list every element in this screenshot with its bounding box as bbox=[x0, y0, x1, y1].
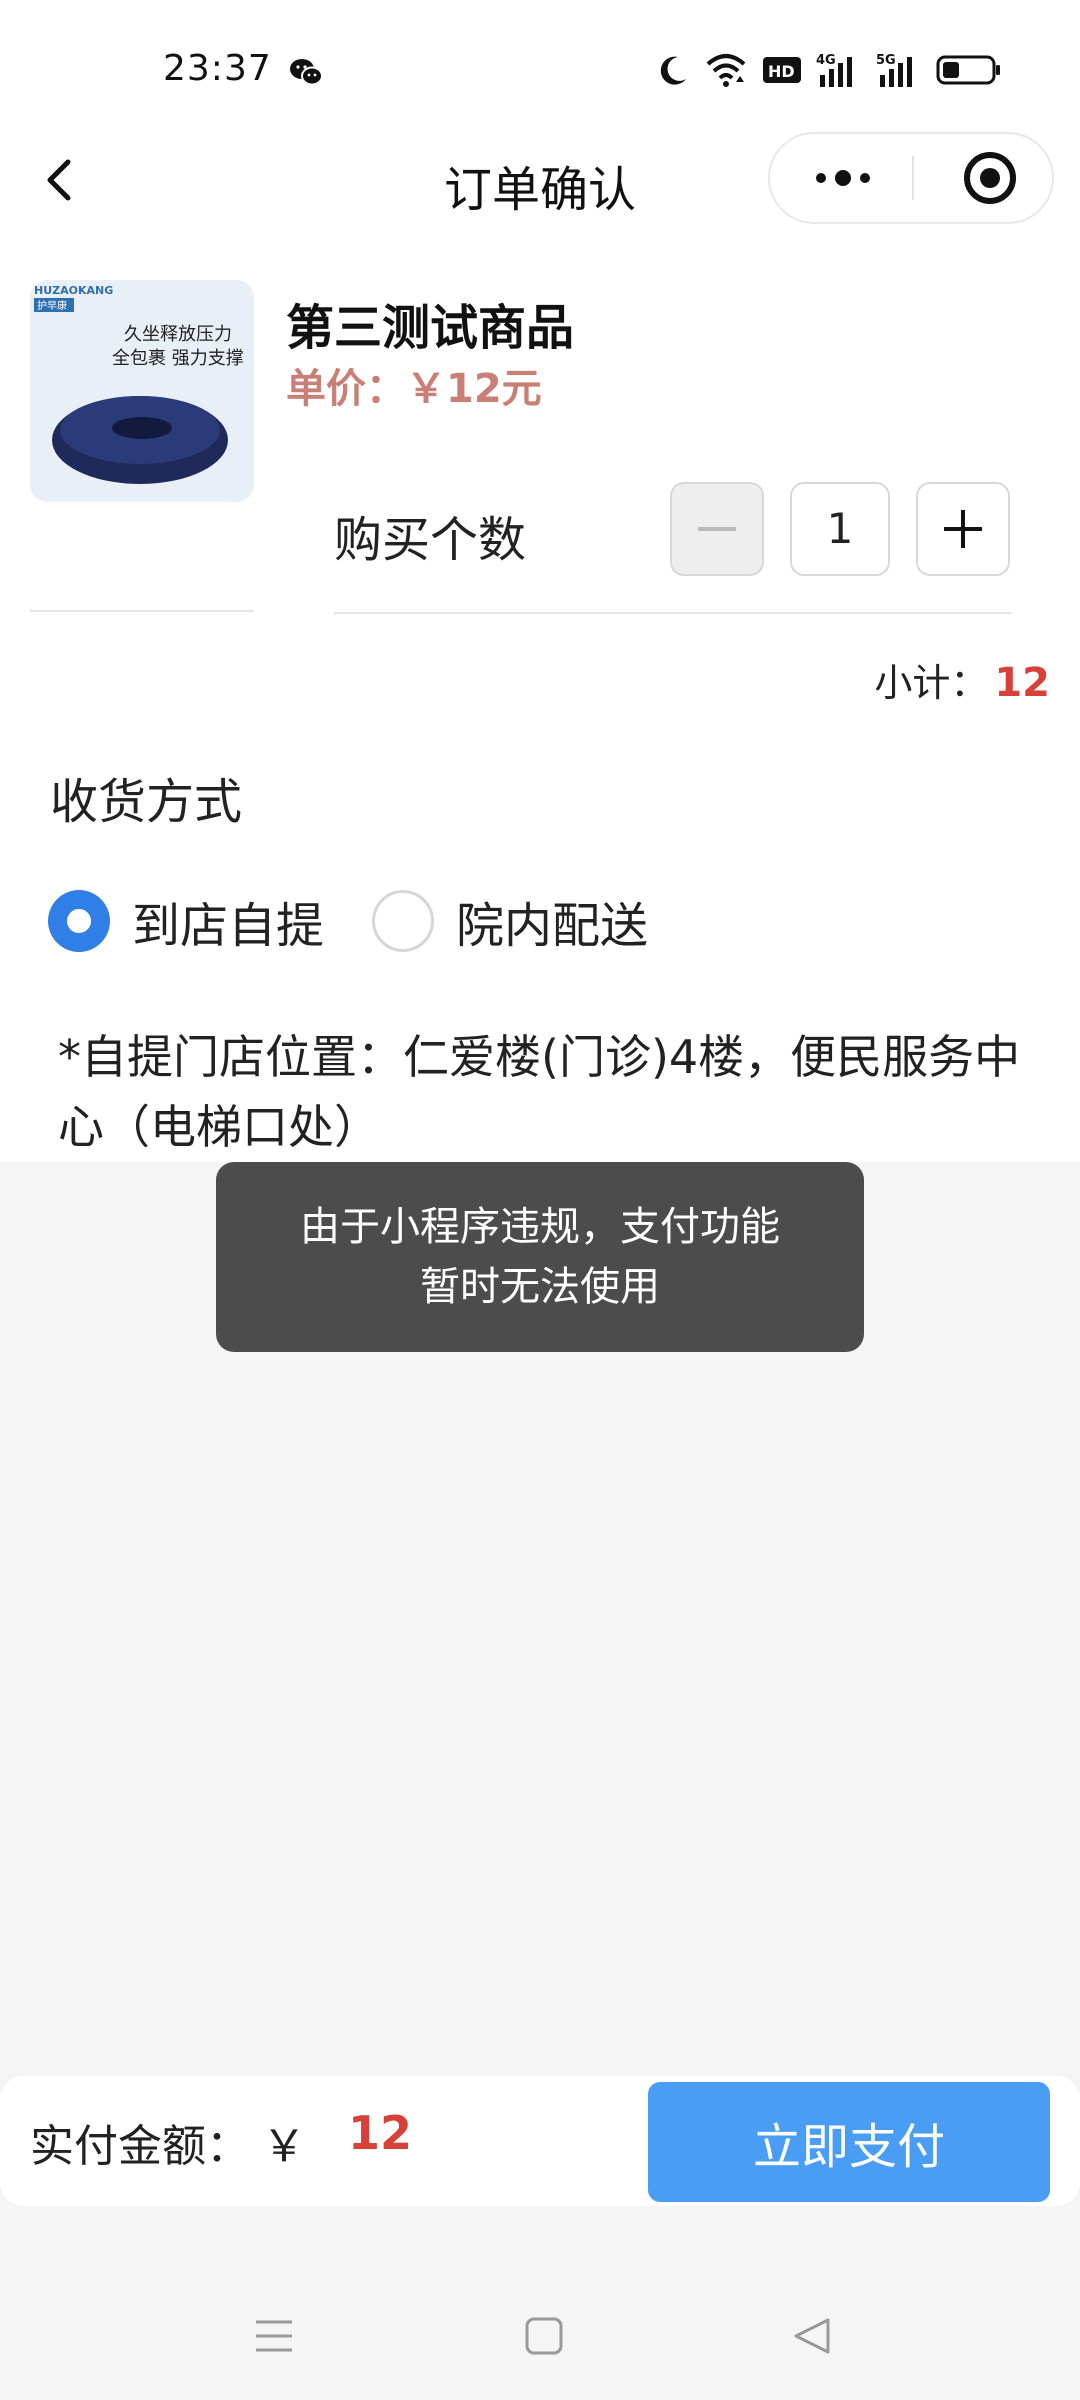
svg-text:HD: HD bbox=[768, 62, 795, 81]
svg-text:HUZAOKANG: HUZAOKANG bbox=[34, 284, 113, 297]
quantity-input[interactable]: 1 bbox=[790, 482, 890, 576]
delivery-method-title: 收货方式 bbox=[50, 774, 243, 830]
radio-store-pickup[interactable]: 到店自提 bbox=[48, 888, 324, 954]
system-navigation-bar bbox=[0, 2300, 1080, 2380]
battery-icon bbox=[936, 55, 1000, 85]
svg-text:全包裹 强力支撑: 全包裹 强力支撑 bbox=[112, 348, 244, 369]
back-triangle-icon[interactable] bbox=[792, 2316, 832, 2356]
subtotal-label: 小计： bbox=[874, 661, 989, 705]
quantity-label: 购买个数 bbox=[334, 512, 527, 568]
more-menu-button[interactable] bbox=[798, 134, 888, 222]
subtotal-value: 12 bbox=[994, 660, 1050, 706]
product-image: HUZAOKANG 护早康 久坐释放压力 全包裹 强力支撑 bbox=[30, 280, 254, 502]
quantity-decrease-button[interactable] bbox=[670, 482, 764, 576]
radio-hospital-delivery[interactable]: 院内配送 bbox=[372, 888, 648, 954]
toast-line: 暂时无法使用 bbox=[420, 1264, 660, 1310]
hd-icon: HD bbox=[763, 57, 801, 83]
svg-text:护早康: 护早康 bbox=[37, 299, 67, 312]
home-icon[interactable] bbox=[524, 2316, 564, 2356]
svg-text:4G: 4G bbox=[816, 53, 836, 68]
radio-unchecked-icon bbox=[372, 890, 434, 952]
wechat-notification-icon bbox=[290, 59, 323, 86]
currency-symbol: ￥ bbox=[262, 2121, 306, 2172]
toast-line: 由于小程序违规，支付功能 bbox=[300, 1204, 780, 1250]
pay-now-button[interactable]: 立即支付 bbox=[648, 2082, 1050, 2202]
quantity-increase-button[interactable] bbox=[916, 482, 1010, 576]
status-bar: 23:37 HD 4G 5G bbox=[0, 0, 1080, 130]
menu-icon[interactable] bbox=[254, 2316, 294, 2356]
signal-5g-icon: 5G bbox=[876, 53, 912, 87]
status-icons: HD 4G 5G bbox=[656, 48, 1002, 92]
svg-text:久坐释放压力: 久坐释放压力 bbox=[124, 324, 232, 345]
status-time: 23:37 bbox=[163, 48, 272, 89]
divider bbox=[30, 610, 254, 612]
unit-price: 单价：￥12元 bbox=[286, 366, 542, 412]
plus-icon bbox=[944, 510, 982, 548]
product-name: 第三测试商品 bbox=[286, 300, 575, 356]
minus-icon bbox=[698, 527, 736, 531]
navigation-bar: 订单确认 bbox=[0, 130, 1080, 230]
radio-checked-icon bbox=[48, 890, 110, 952]
subtotal: 小计： 12 bbox=[874, 652, 1050, 707]
radio-label: 到店自提 bbox=[132, 898, 325, 954]
target-close-icon bbox=[964, 152, 1016, 204]
pickup-location-note: *自提门店位置：仁爱楼(门诊)4楼，便民服务中心（电梯口处） bbox=[58, 1030, 1021, 1154]
moon-icon bbox=[660, 56, 686, 85]
radio-label: 院内配送 bbox=[456, 898, 649, 954]
capsule-divider bbox=[912, 156, 914, 200]
close-mini-program-button[interactable] bbox=[945, 134, 1035, 222]
mini-program-capsule bbox=[768, 132, 1054, 224]
svg-text:5G: 5G bbox=[876, 53, 896, 68]
toast-message: 由于小程序违规，支付功能 暂时无法使用 bbox=[216, 1162, 864, 1352]
signal-4g-icon: 4G bbox=[816, 53, 852, 87]
divider bbox=[334, 612, 1012, 614]
more-dots-icon bbox=[816, 170, 870, 186]
amount-value: 12 bbox=[348, 2106, 413, 2160]
wifi-icon bbox=[706, 54, 746, 87]
amount-label: 实付金额： bbox=[30, 2121, 250, 2172]
cushion-image: HUZAOKANG 护早康 久坐释放压力 全包裹 强力支撑 bbox=[30, 280, 254, 502]
